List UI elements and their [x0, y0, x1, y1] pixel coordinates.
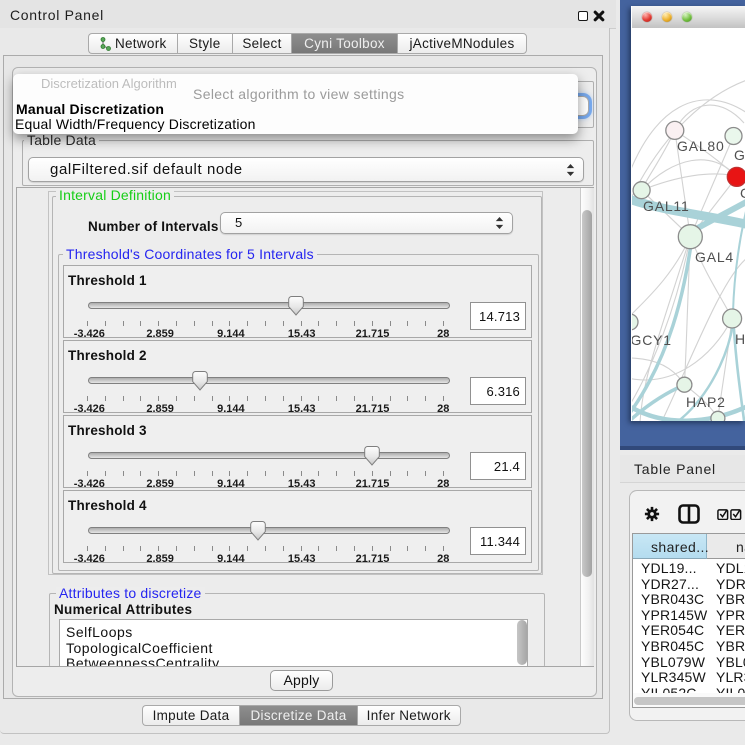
svg-text:H: H	[735, 331, 745, 347]
svg-text:GCY1: GCY1	[632, 332, 672, 348]
svg-text:HAP2: HAP2	[686, 394, 726, 410]
svg-text:GAL80: GAL80	[677, 138, 725, 154]
svg-text:GAL4: GAL4	[695, 249, 734, 265]
svg-text:C: C	[740, 185, 745, 201]
svg-text:GA: GA	[734, 147, 745, 163]
svg-text:GAL11: GAL11	[643, 198, 690, 214]
